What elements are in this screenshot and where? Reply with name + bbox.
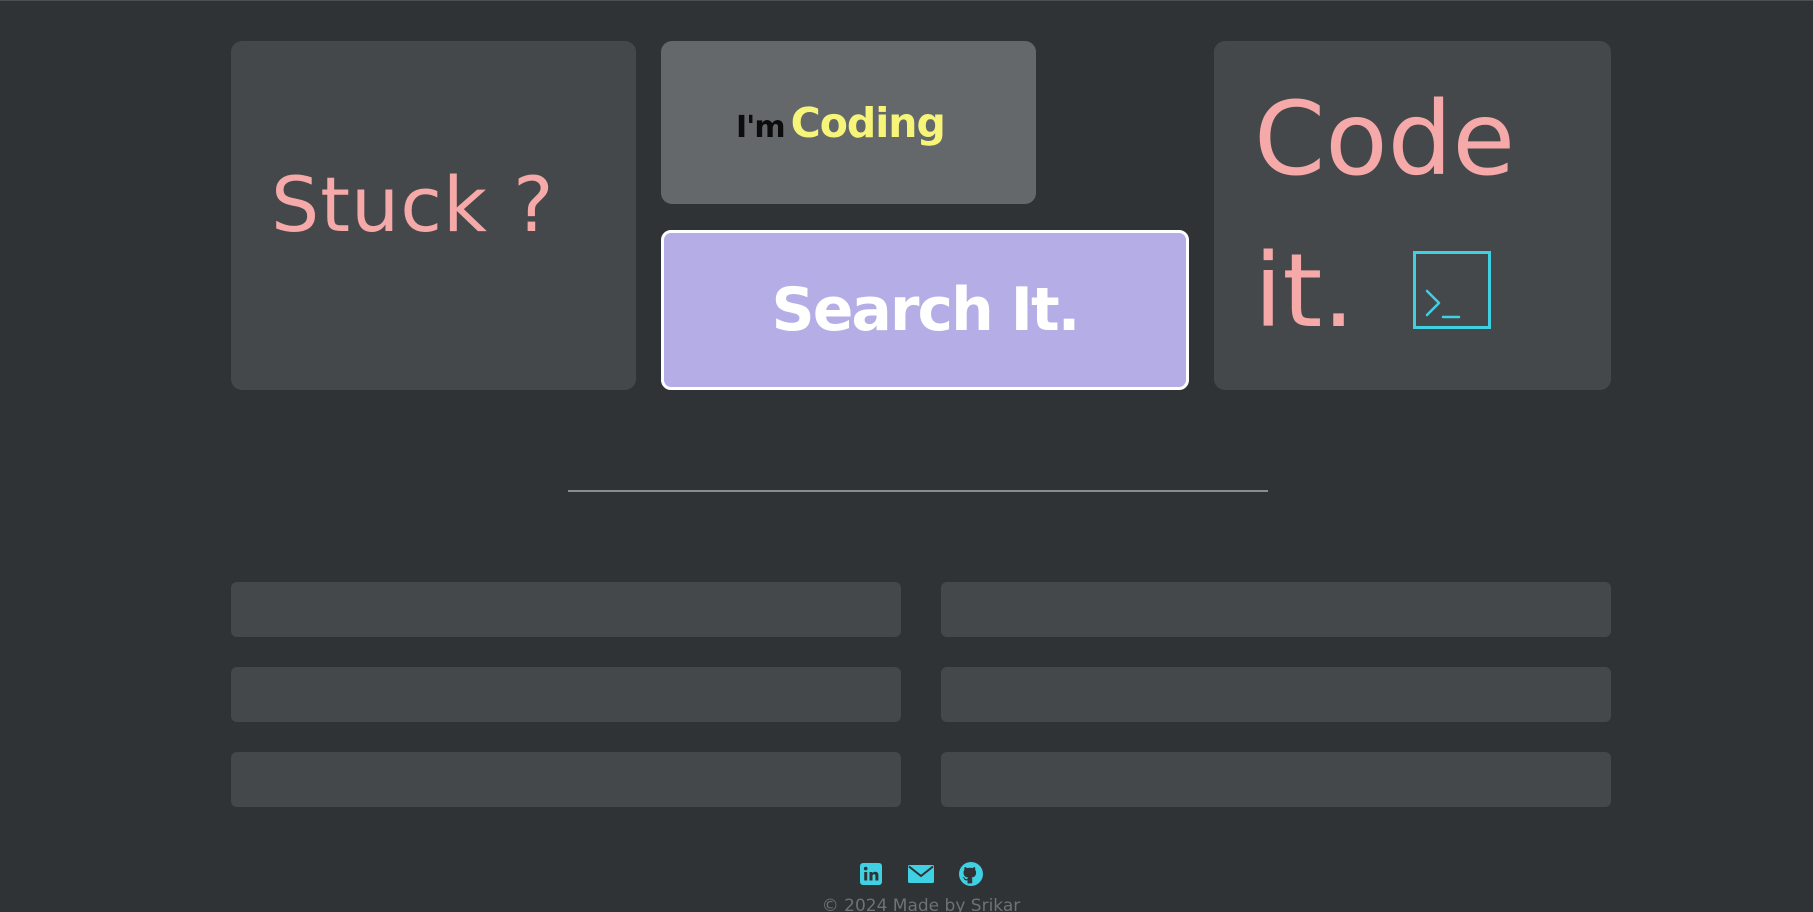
list-item[interactable]	[941, 582, 1611, 637]
list-item[interactable]	[231, 667, 901, 722]
page: Stuck ? I'm Coding Search It. Code it. ©…	[0, 0, 1813, 912]
section-divider	[568, 490, 1268, 492]
im-coding-card: I'm Coding	[661, 41, 1036, 204]
social-links	[856, 859, 986, 889]
search-it-label: Search It.	[771, 275, 1081, 345]
top-border	[0, 0, 1813, 1]
github-icon[interactable]	[956, 859, 986, 889]
stuck-card: Stuck ?	[231, 41, 636, 390]
code-it-card: Code it.	[1214, 41, 1611, 390]
list-item[interactable]	[231, 582, 901, 637]
terminal-icon[interactable]	[1413, 251, 1491, 329]
coding-label: Coding	[790, 99, 946, 147]
mail-icon[interactable]	[906, 859, 936, 889]
im-label: I'm	[736, 110, 786, 145]
linkedin-icon[interactable]	[856, 859, 886, 889]
list-item[interactable]	[941, 667, 1611, 722]
it-heading: it.	[1254, 232, 1355, 351]
list-item[interactable]	[231, 752, 901, 807]
search-it-button[interactable]: Search It.	[661, 230, 1189, 390]
im-coding-line: I'm Coding	[736, 99, 946, 147]
list-item[interactable]	[941, 752, 1611, 807]
copyright-text: © 2024 Made by Srikar	[821, 896, 1021, 912]
code-heading: Code	[1254, 80, 1516, 199]
stuck-heading: Stuck ?	[271, 160, 555, 249]
